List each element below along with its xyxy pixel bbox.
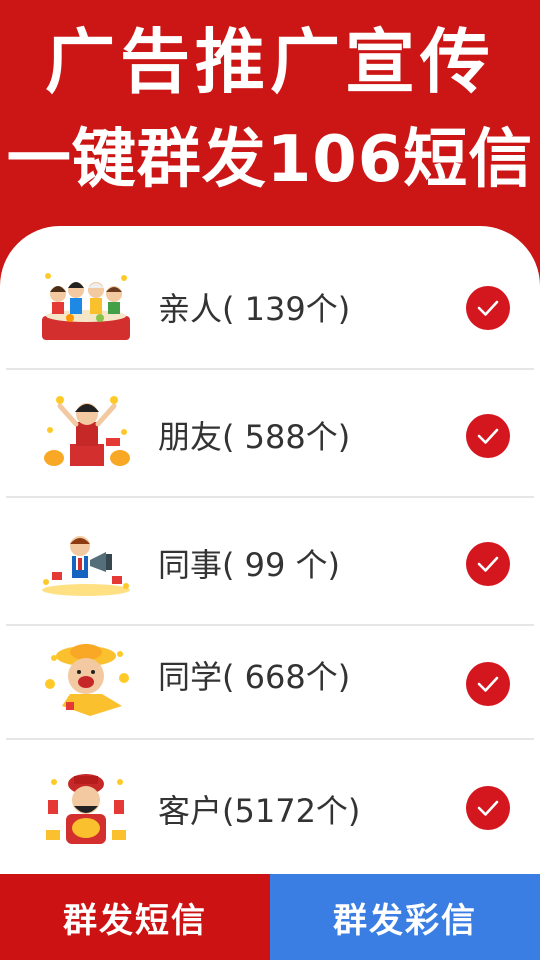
contact-label-friends: 朋友( 588个) bbox=[158, 418, 351, 456]
contact-row-customers[interactable]: 客户(5172个) bbox=[0, 740, 540, 868]
coworker-megaphone-icon bbox=[40, 532, 132, 604]
fortune-god-icon bbox=[40, 770, 132, 844]
contact-label-classmates: 同学( 668个) bbox=[158, 658, 351, 696]
family-dinner-icon bbox=[40, 270, 132, 342]
contact-row-classmates[interactable]: 同学( 668个) bbox=[0, 626, 540, 754]
bulk-sms-button[interactable]: 群发短信 bbox=[0, 874, 270, 960]
headline-ad-promotion: 广告推广宣传 bbox=[45, 21, 495, 103]
bulk-mms-button[interactable]: 群发彩信 bbox=[270, 874, 540, 960]
check-icon[interactable] bbox=[466, 286, 510, 330]
check-icon[interactable] bbox=[466, 542, 510, 586]
friend-celebration-icon bbox=[40, 392, 132, 466]
contact-label-customers: 客户(5172个) bbox=[158, 792, 361, 830]
header-banner: 广告推广宣传 一键群发106短信 bbox=[0, 0, 540, 260]
check-icon[interactable] bbox=[466, 414, 510, 458]
classmate-cartoon-icon bbox=[40, 638, 132, 716]
contact-label-coworkers: 同事( 99 个) bbox=[158, 546, 341, 584]
check-icon[interactable] bbox=[466, 786, 510, 830]
contact-row-coworkers[interactable]: 同事( 99 个) bbox=[0, 498, 540, 626]
action-bar: 群发短信 群发彩信 bbox=[0, 874, 540, 960]
headline-bulk-sms: 一键群发106短信 bbox=[6, 123, 534, 197]
contact-label-family: 亲人( 139个) bbox=[158, 290, 351, 328]
contact-row-family[interactable]: 亲人( 139个) bbox=[0, 242, 540, 370]
check-icon[interactable] bbox=[466, 662, 510, 706]
contact-group-card: 亲人( 139个) 朋友( 588个) 同事(99 个) 同学(668个) … bbox=[0, 226, 540, 886]
contact-row-friends[interactable]: 朋友( 588个) bbox=[0, 370, 540, 498]
